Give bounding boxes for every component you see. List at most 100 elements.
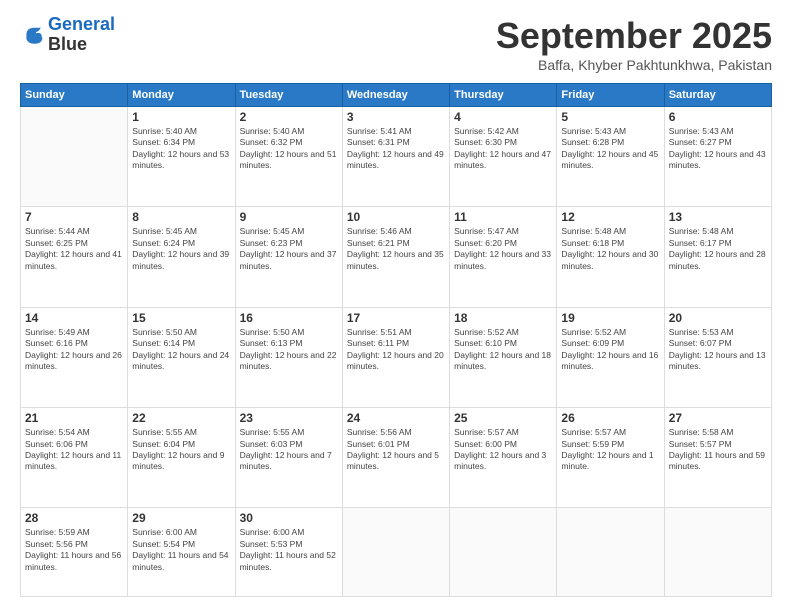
title-area: September 2025 Baffa, Khyber Pakhtunkhwa…	[496, 15, 772, 73]
month-title: September 2025	[496, 15, 772, 57]
logo-line2: Blue	[48, 35, 115, 55]
calendar-week-row: 21Sunrise: 5:54 AMSunset: 6:06 PMDayligh…	[21, 408, 772, 508]
day-number: 6	[669, 110, 767, 124]
day-info: Sunrise: 5:53 AMSunset: 6:07 PMDaylight:…	[669, 327, 767, 373]
day-number: 19	[561, 311, 659, 325]
day-info: Sunrise: 5:58 AMSunset: 5:57 PMDaylight:…	[669, 427, 767, 473]
day-number: 22	[132, 411, 230, 425]
day-info: Sunrise: 5:55 AMSunset: 6:04 PMDaylight:…	[132, 427, 230, 473]
calendar-week-row: 14 Sunrise: 5:49 AMSunset: 6:16 PMDayligh…	[21, 307, 772, 407]
day-info: Sunrise: 5:43 AMSunset: 6:27 PMDaylight:…	[669, 126, 767, 172]
day-number: 14	[25, 311, 123, 325]
page: General Blue September 2025 Baffa, Khybe…	[0, 0, 792, 612]
calendar-week-row: 7 Sunrise: 5:44 AMSunset: 6:25 PMDaylight…	[21, 207, 772, 307]
calendar-day-cell: 11 Sunrise: 5:47 AMSunset: 6:20 PMDayligh…	[450, 207, 557, 307]
day-number: 30	[240, 511, 338, 525]
calendar-day-cell: 12 Sunrise: 5:48 AMSunset: 6:18 PMDayligh…	[557, 207, 664, 307]
calendar-day-cell: 22 Sunrise: 5:55 AMSunset: 6:04 PMDayligh…	[128, 408, 235, 508]
day-number: 2	[240, 110, 338, 124]
calendar-day-cell: 7 Sunrise: 5:44 AMSunset: 6:25 PMDaylight…	[21, 207, 128, 307]
day-info: Sunrise: 5:48 AMSunset: 6:18 PMDaylight:…	[561, 226, 659, 272]
calendar-day-cell: 18 Sunrise: 5:52 AMSunset: 6:10 PMDayligh…	[450, 307, 557, 407]
calendar-day-cell: 23Sunrise: 5:55 AMSunset: 6:03 PMDayligh…	[235, 408, 342, 508]
calendar-day-cell	[342, 508, 449, 597]
day-info: Sunrise: 5:49 AMSunset: 6:16 PMDaylight:…	[25, 327, 123, 373]
calendar-day-cell: 3Sunrise: 5:41 AMSunset: 6:31 PMDaylight…	[342, 107, 449, 207]
calendar-day-cell: 29Sunrise: 6:00 AMSunset: 5:54 PMDayligh…	[128, 508, 235, 597]
calendar-day-cell	[450, 508, 557, 597]
day-info: Sunrise: 5:56 AMSunset: 6:01 PMDaylight:…	[347, 427, 445, 473]
calendar-table: SundayMondayTuesdayWednesdayThursdayFrid…	[20, 83, 772, 597]
day-number: 1	[132, 110, 230, 124]
weekday-header: Wednesday	[342, 84, 449, 107]
calendar-day-cell: 20 Sunrise: 5:53 AMSunset: 6:07 PMDayligh…	[664, 307, 771, 407]
logo-icon	[20, 23, 44, 47]
day-number: 24	[347, 411, 445, 425]
day-info: Sunrise: 5:52 AMSunset: 6:10 PMDaylight:…	[454, 327, 552, 373]
logo-text: General Blue	[48, 15, 115, 55]
calendar-day-cell: 25Sunrise: 5:57 AMSunset: 6:00 PMDayligh…	[450, 408, 557, 508]
day-number: 7	[25, 210, 123, 224]
header-row: SundayMondayTuesdayWednesdayThursdayFrid…	[21, 84, 772, 107]
day-number: 4	[454, 110, 552, 124]
day-number: 9	[240, 210, 338, 224]
day-number: 26	[561, 411, 659, 425]
day-info: Sunrise: 5:50 AMSunset: 6:14 PMDaylight:…	[132, 327, 230, 373]
day-info: Sunrise: 5:50 AMSunset: 6:13 PMDaylight:…	[240, 327, 338, 373]
day-info: Sunrise: 5:42 AMSunset: 6:30 PMDaylight:…	[454, 126, 552, 172]
calendar-day-cell: 28Sunrise: 5:59 AMSunset: 5:56 PMDayligh…	[21, 508, 128, 597]
calendar-day-cell: 2 Sunrise: 5:40 AMSunset: 6:32 PMDaylight…	[235, 107, 342, 207]
calendar-day-cell: 27Sunrise: 5:58 AMSunset: 5:57 PMDayligh…	[664, 408, 771, 508]
logo: General Blue	[20, 15, 115, 55]
weekday-header: Monday	[128, 84, 235, 107]
day-info: Sunrise: 5:52 AMSunset: 6:09 PMDaylight:…	[561, 327, 659, 373]
day-number: 17	[347, 311, 445, 325]
day-info: Sunrise: 5:40 AMSunset: 6:34 PMDaylight:…	[132, 126, 230, 172]
weekday-header: Friday	[557, 84, 664, 107]
day-number: 18	[454, 311, 552, 325]
day-info: Sunrise: 5:57 AMSunset: 5:59 PMDaylight:…	[561, 427, 659, 473]
day-info: Sunrise: 5:47 AMSunset: 6:20 PMDaylight:…	[454, 226, 552, 272]
day-info: Sunrise: 6:00 AMSunset: 5:54 PMDaylight:…	[132, 527, 230, 573]
calendar-day-cell: 4 Sunrise: 5:42 AMSunset: 6:30 PMDaylight…	[450, 107, 557, 207]
calendar-day-cell: 14 Sunrise: 5:49 AMSunset: 6:16 PMDayligh…	[21, 307, 128, 407]
calendar-day-cell: 21Sunrise: 5:54 AMSunset: 6:06 PMDayligh…	[21, 408, 128, 508]
day-info: Sunrise: 5:51 AMSunset: 6:11 PMDaylight:…	[347, 327, 445, 373]
calendar-day-cell: 10 Sunrise: 5:46 AMSunset: 6:21 PMDayligh…	[342, 207, 449, 307]
calendar-day-cell: 17 Sunrise: 5:51 AMSunset: 6:11 PMDayligh…	[342, 307, 449, 407]
weekday-header: Tuesday	[235, 84, 342, 107]
day-number: 11	[454, 210, 552, 224]
day-number: 8	[132, 210, 230, 224]
day-number: 15	[132, 311, 230, 325]
day-info: Sunrise: 5:43 AMSunset: 6:28 PMDaylight:…	[561, 126, 659, 172]
day-info: Sunrise: 5:45 AMSunset: 6:24 PMDaylight:…	[132, 226, 230, 272]
day-number: 25	[454, 411, 552, 425]
day-info: Sunrise: 5:45 AMSunset: 6:23 PMDaylight:…	[240, 226, 338, 272]
calendar-day-cell: 5Sunrise: 5:43 AMSunset: 6:28 PMDaylight…	[557, 107, 664, 207]
weekday-header: Thursday	[450, 84, 557, 107]
day-info: Sunrise: 5:44 AMSunset: 6:25 PMDaylight:…	[25, 226, 123, 272]
day-number: 13	[669, 210, 767, 224]
calendar-day-cell: 9 Sunrise: 5:45 AMSunset: 6:23 PMDaylight…	[235, 207, 342, 307]
logo-line1: General	[48, 14, 115, 34]
day-number: 21	[25, 411, 123, 425]
day-info: Sunrise: 5:46 AMSunset: 6:21 PMDaylight:…	[347, 226, 445, 272]
calendar-day-cell: 16 Sunrise: 5:50 AMSunset: 6:13 PMDayligh…	[235, 307, 342, 407]
calendar-day-cell	[21, 107, 128, 207]
day-number: 10	[347, 210, 445, 224]
day-info: Sunrise: 5:40 AMSunset: 6:32 PMDaylight:…	[240, 126, 338, 172]
day-number: 12	[561, 210, 659, 224]
calendar-day-cell: 6 Sunrise: 5:43 AMSunset: 6:27 PMDaylight…	[664, 107, 771, 207]
day-number: 16	[240, 311, 338, 325]
day-info: Sunrise: 5:55 AMSunset: 6:03 PMDaylight:…	[240, 427, 338, 473]
day-number: 3	[347, 110, 445, 124]
calendar-day-cell: 13Sunrise: 5:48 AMSunset: 6:17 PMDayligh…	[664, 207, 771, 307]
location-subtitle: Baffa, Khyber Pakhtunkhwa, Pakistan	[496, 57, 772, 73]
header: General Blue September 2025 Baffa, Khybe…	[20, 15, 772, 73]
day-number: 20	[669, 311, 767, 325]
day-info: Sunrise: 6:00 AMSunset: 5:53 PMDaylight:…	[240, 527, 338, 573]
calendar-day-cell	[664, 508, 771, 597]
weekday-header: Sunday	[21, 84, 128, 107]
calendar-day-cell: 30 Sunrise: 6:00 AMSunset: 5:53 PMDayligh…	[235, 508, 342, 597]
calendar-day-cell: 8 Sunrise: 5:45 AMSunset: 6:24 PMDaylight…	[128, 207, 235, 307]
